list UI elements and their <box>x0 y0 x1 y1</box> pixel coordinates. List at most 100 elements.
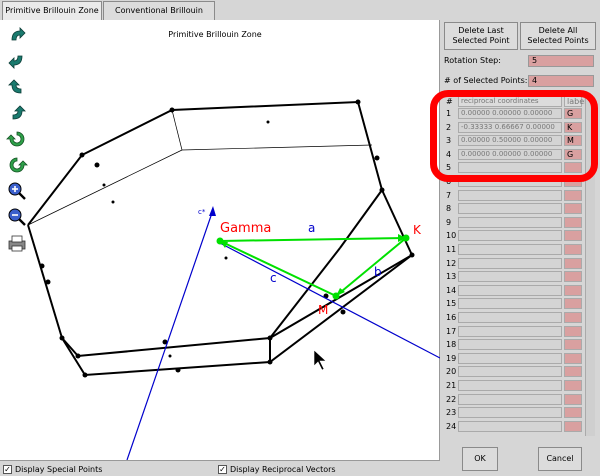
row-label[interactable] <box>564 380 582 391</box>
zoom-in-icon[interactable] <box>4 180 30 202</box>
row-coordinates[interactable] <box>458 257 562 269</box>
delete-last-button[interactable]: Delete Last Selected Point <box>444 22 518 50</box>
row-coordinates[interactable] <box>458 393 562 405</box>
table-row[interactable]: 8 <box>444 203 584 215</box>
c-star-label: c* <box>198 208 206 216</box>
row-number: 12 <box>446 258 457 268</box>
row-number: 18 <box>446 340 457 350</box>
row-label[interactable] <box>564 339 582 351</box>
table-row[interactable]: 24 <box>444 420 584 433</box>
row-label[interactable] <box>564 216 582 228</box>
row-label[interactable] <box>564 230 582 242</box>
table-row[interactable]: 16 <box>444 312 584 324</box>
table-row[interactable]: 13 <box>444 271 584 283</box>
tab-primitive-bz[interactable]: Primitive Brillouin Zone <box>2 1 102 20</box>
row-label[interactable] <box>564 366 582 378</box>
table-row[interactable]: 11 <box>444 244 584 256</box>
row-label[interactable] <box>564 298 582 310</box>
row-label[interactable] <box>564 244 582 255</box>
zoom-out-icon[interactable] <box>4 206 30 228</box>
row-number: 9 <box>446 217 452 227</box>
table-row[interactable]: 10 <box>444 230 584 242</box>
rotate-ccw-icon[interactable] <box>4 154 30 176</box>
rotate-left-icon[interactable] <box>4 76 30 98</box>
tab-bar: Primitive Brillouin Zone Conventional Br… <box>0 0 440 33</box>
tab-conventional-bz[interactable]: Conventional Brillouin Zone <box>103 1 215 33</box>
rotation-step-label: Rotation Step: <box>444 56 501 65</box>
row-coordinates[interactable] <box>458 325 562 337</box>
table-row[interactable]: 9 <box>444 216 584 229</box>
ok-button[interactable]: OK <box>462 447 498 471</box>
table-row[interactable]: 21 <box>444 380 584 392</box>
row-number: 22 <box>446 394 457 404</box>
selected-points-value: 4 <box>528 75 594 87</box>
row-number: 23 <box>446 408 457 418</box>
row-coordinates[interactable] <box>458 230 562 242</box>
table-row[interactable]: 23 <box>444 407 584 419</box>
row-label[interactable] <box>564 407 582 419</box>
table-row[interactable]: 14 <box>444 284 584 297</box>
row-coordinates[interactable] <box>458 203 562 215</box>
bz-top-face <box>27 100 384 249</box>
row-label[interactable] <box>564 257 582 269</box>
rotation-step-input[interactable]: 5 <box>528 55 594 67</box>
row-number: 15 <box>446 299 457 309</box>
row-label[interactable] <box>564 271 582 283</box>
label-m: M <box>318 303 328 317</box>
view-toolbar <box>0 20 34 460</box>
cancel-button[interactable]: Cancel <box>538 447 582 471</box>
display-special-points-checkbox[interactable]: ✓ Display Special Points <box>3 463 102 475</box>
row-label[interactable] <box>564 420 582 432</box>
row-coordinates[interactable] <box>458 380 562 391</box>
row-number: 21 <box>446 381 457 390</box>
table-row[interactable]: 18 <box>444 339 584 351</box>
table-row[interactable]: 19 <box>444 352 584 365</box>
display-reciprocal-vectors-checkbox[interactable]: ✓ Display Reciprocal Vectors <box>218 463 336 475</box>
bz-back-edge-3 <box>181 144 373 151</box>
row-label[interactable] <box>564 352 582 364</box>
row-coordinates[interactable] <box>458 284 562 296</box>
row-number: 20 <box>446 367 457 377</box>
row-label[interactable] <box>564 393 582 405</box>
row-coordinates[interactable] <box>458 420 562 432</box>
row-coordinates[interactable] <box>458 216 562 228</box>
bz-back-edge-2 <box>171 109 183 151</box>
row-number: 10 <box>446 231 457 241</box>
table-row[interactable]: 20 <box>444 366 584 378</box>
row-label[interactable] <box>564 325 582 337</box>
row-coordinates[interactable] <box>458 271 562 283</box>
row-coordinates[interactable] <box>458 298 562 310</box>
table-row[interactable]: 22 <box>444 393 584 406</box>
row-number: 11 <box>446 245 457 254</box>
row-coordinates[interactable] <box>458 352 562 364</box>
rotate-cw-icon[interactable] <box>4 128 30 150</box>
display-special-points-label: Display Special Points <box>15 464 103 474</box>
row-number: 24 <box>446 421 457 431</box>
table-row[interactable]: 12 <box>444 257 584 270</box>
row-label[interactable] <box>564 189 582 201</box>
row-coordinates[interactable] <box>458 339 562 351</box>
label-b: b <box>374 265 382 279</box>
rotate-right-icon[interactable] <box>4 102 30 124</box>
rotate-up-icon[interactable] <box>4 24 30 46</box>
row-coordinates[interactable] <box>458 312 562 323</box>
row-label[interactable] <box>564 203 582 215</box>
bz-back-edge-1 <box>27 149 183 226</box>
row-coordinates[interactable] <box>458 366 562 378</box>
print-icon[interactable] <box>4 232 30 254</box>
table-row[interactable]: 15 <box>444 298 584 310</box>
row-coordinates[interactable] <box>458 189 562 201</box>
rotate-down-icon[interactable] <box>4 50 30 72</box>
row-number: 17 <box>446 326 457 336</box>
row-coordinates[interactable] <box>458 407 562 419</box>
row-label[interactable] <box>564 284 582 296</box>
table-row[interactable]: 7 <box>444 189 584 202</box>
row-label[interactable] <box>564 312 582 323</box>
brillouin-zone-canvas[interactable]: Primitive Brillouin Zone c* Gamma K M a … <box>0 20 441 461</box>
row-number: 13 <box>446 272 457 282</box>
row-number: 19 <box>446 353 457 363</box>
delete-all-button[interactable]: Delete All Selected Points <box>520 22 596 50</box>
table-row[interactable]: 17 <box>444 325 584 338</box>
row-coordinates[interactable] <box>458 244 562 255</box>
row-number: 7 <box>446 190 452 200</box>
